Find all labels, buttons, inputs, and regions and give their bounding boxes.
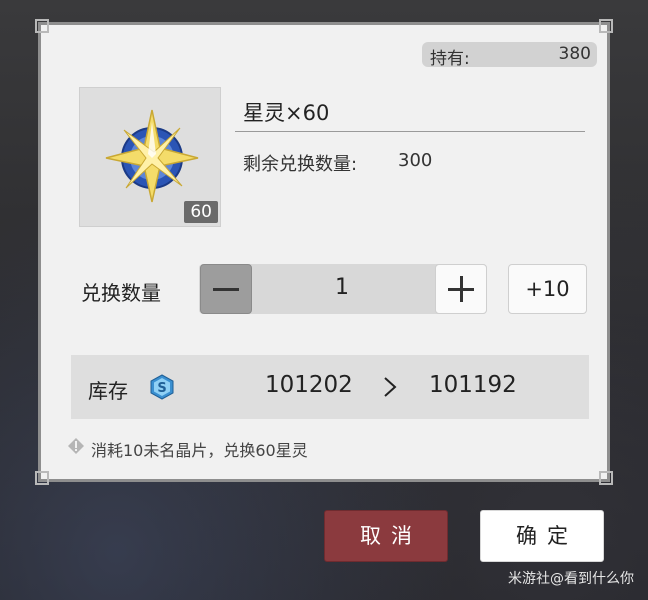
corner-decoration xyxy=(599,471,613,485)
plus-icon xyxy=(460,276,463,302)
item-thumbnail: 60 xyxy=(79,87,221,227)
held-label: 持有: xyxy=(430,49,470,69)
star-spirit-icon xyxy=(105,109,199,203)
stock-after-value: 101192 xyxy=(429,372,517,398)
minus-icon xyxy=(213,288,239,291)
remaining-value: 300 xyxy=(398,150,433,171)
corner-decoration xyxy=(599,19,613,33)
exchange-dialog: 持有: 380 60 星灵×60 剩余兑换数量: 300 兑换数量 1 +10 … xyxy=(35,19,613,485)
source-watermark: 米游社@看到什么你 xyxy=(508,571,634,587)
svg-text:S: S xyxy=(157,381,166,396)
chevron-right-icon xyxy=(384,377,397,397)
increase-button[interactable] xyxy=(435,264,487,314)
add-ten-button[interactable]: +10 xyxy=(508,264,587,314)
remaining-label: 剩余兑换数量: xyxy=(243,154,358,175)
item-count-badge: 60 xyxy=(184,201,218,223)
cancel-button[interactable]: 取消 xyxy=(324,510,448,562)
stock-current-value: 101202 xyxy=(265,372,353,398)
held-count-badge: 持有: 380 xyxy=(422,42,597,69)
info-diamond-icon xyxy=(68,438,84,454)
divider xyxy=(235,131,585,132)
stock-label: 库存 xyxy=(88,379,128,403)
stock-row: 库存 S 101202 101192 xyxy=(71,355,589,419)
currency-s-icon: S xyxy=(150,374,174,400)
corner-decoration xyxy=(35,19,49,33)
corner-decoration xyxy=(35,471,49,485)
item-name: 星灵×60 xyxy=(243,101,330,125)
decrease-button[interactable] xyxy=(200,264,252,314)
confirm-button[interactable]: 确定 xyxy=(480,510,604,562)
quantity-label: 兑换数量 xyxy=(81,281,161,305)
exchange-hint: 消耗10未名晶片，兑换60星灵 xyxy=(91,441,308,460)
held-value: 380 xyxy=(558,44,591,64)
quantity-value: 1 xyxy=(335,275,349,300)
